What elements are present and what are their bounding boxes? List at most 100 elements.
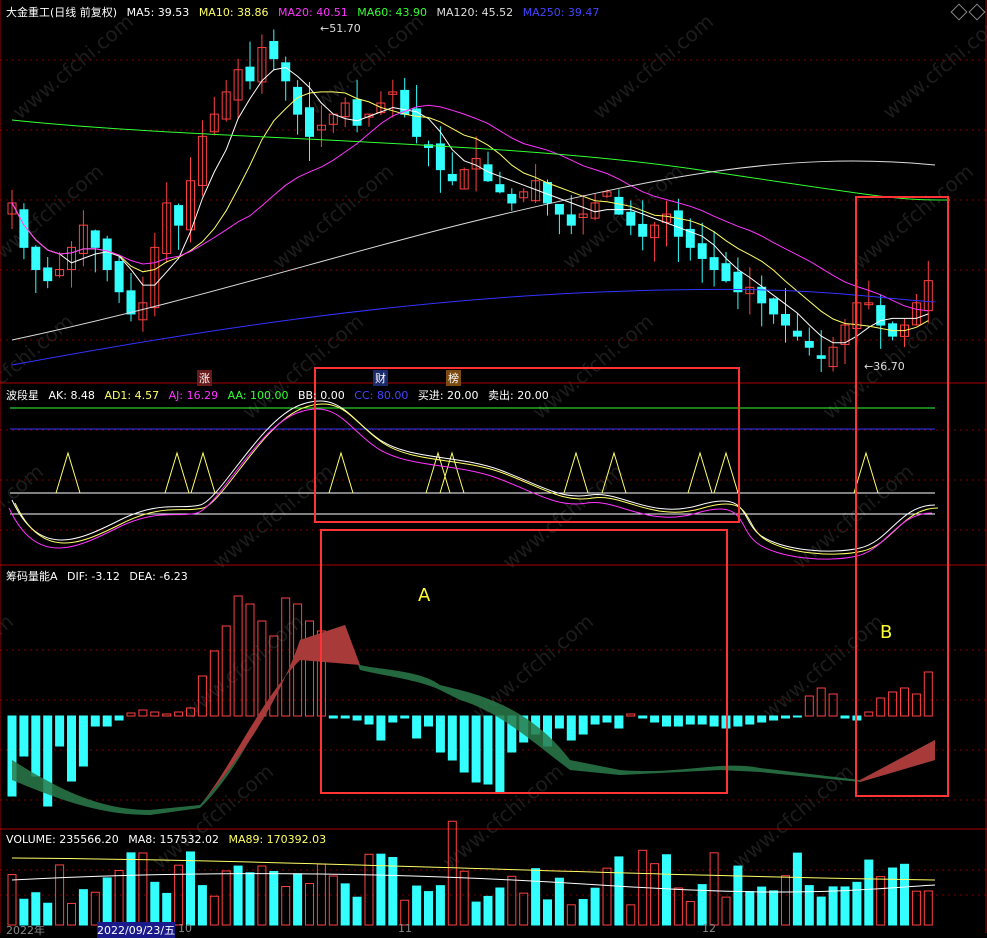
candle-body xyxy=(126,290,136,315)
macd-bar xyxy=(340,715,350,719)
zhang-tag[interactable]: 涨 xyxy=(197,370,212,386)
bang-tag[interactable]: 榜 xyxy=(446,370,461,386)
watermark-text: www.cfchi.com xyxy=(588,9,718,124)
signal-triangle xyxy=(164,451,190,494)
macd-bar xyxy=(400,715,410,719)
volume-bar xyxy=(543,899,552,926)
volume-bar xyxy=(757,886,767,926)
candle-body xyxy=(435,143,445,171)
candle-body xyxy=(507,193,517,204)
watermark-text: www.cfchi.com xyxy=(758,609,888,724)
macd-bar xyxy=(888,691,898,717)
ak-line xyxy=(11,400,936,552)
watermark-text: www.cfchi.com xyxy=(148,759,278,874)
macd-bar xyxy=(590,715,600,725)
watermark-text: www.cfchi.com xyxy=(0,609,18,724)
aa-value: AA: 100.00 xyxy=(227,389,289,402)
volume-bar xyxy=(197,885,207,926)
macd-bar xyxy=(328,715,338,719)
annotation-label-b: B xyxy=(880,622,893,643)
macd-bar xyxy=(376,715,386,741)
volume-bar xyxy=(745,891,755,926)
macd-bar xyxy=(305,620,314,717)
volume-bar xyxy=(78,889,88,926)
volume-bar xyxy=(483,895,493,926)
volume-bar xyxy=(150,881,160,926)
vol-ma8-value: MA8: 157532.02 xyxy=(128,833,219,846)
macd-bar xyxy=(697,715,707,725)
volume-bar xyxy=(412,885,422,926)
macd-bar xyxy=(138,709,148,717)
signal-triangle xyxy=(687,451,713,494)
buy-value: 买进: 20.00 xyxy=(417,389,479,402)
volume-bar xyxy=(840,886,850,926)
candle-body xyxy=(305,107,314,137)
candle-body xyxy=(90,230,100,248)
candle-body xyxy=(733,271,743,293)
candle-body xyxy=(447,173,457,182)
macd-bar xyxy=(364,715,374,725)
macd-bar xyxy=(31,715,41,777)
macd-bar xyxy=(412,715,422,739)
annotation-boxes xyxy=(314,196,949,797)
watermark-text: www.cfchi.com xyxy=(528,309,658,424)
signal-triangle xyxy=(713,451,739,494)
macd-bar xyxy=(78,715,88,767)
macd-bar xyxy=(709,715,719,727)
macd-bar xyxy=(792,715,802,718)
volume-bar xyxy=(126,852,136,926)
watermark-text: www.cfchi.com xyxy=(208,459,338,574)
volume-bar xyxy=(602,867,612,926)
indicator-title: 波段星 xyxy=(6,389,39,402)
price-candles xyxy=(7,29,933,373)
signal-triangle xyxy=(190,451,216,494)
volume-bar xyxy=(352,896,362,926)
candle-body xyxy=(174,205,184,226)
candle-body xyxy=(769,298,779,315)
volume-bar xyxy=(864,859,874,926)
macd-bar xyxy=(578,715,588,735)
chouma-header: 筹码量能A DIF: -3.12 DEA: -6.23 xyxy=(6,568,194,584)
volume-bar xyxy=(245,872,255,926)
macd-bar xyxy=(745,715,755,725)
volume-bar xyxy=(90,891,100,926)
volume-bar xyxy=(31,892,41,926)
macd-bar xyxy=(126,712,136,717)
sell-value: 卖出: 20.00 xyxy=(488,389,549,402)
macd-bar xyxy=(102,715,112,727)
volume-bar xyxy=(209,895,219,926)
volume-bar xyxy=(792,852,802,926)
volume-value: VOLUME: 235566.20 xyxy=(6,833,119,846)
volume-bar xyxy=(519,892,529,926)
ma120-value: MA120: 45.52 xyxy=(436,6,514,19)
bb-value: BB: 0.00 xyxy=(297,389,345,402)
macd-bar xyxy=(447,715,457,761)
volume-bar xyxy=(281,886,291,926)
ma250-value: MA250: 39.47 xyxy=(522,6,600,19)
ma5-value: MA5: 39.53 xyxy=(126,6,190,19)
candle-body xyxy=(673,210,683,237)
x-axis-cursor-date: 2022/09/23/五 xyxy=(97,922,176,938)
cai-tag[interactable]: 财 xyxy=(373,370,388,386)
volume-bar xyxy=(733,865,743,926)
macd-bar xyxy=(733,715,743,727)
ak-value: AK: 8.48 xyxy=(48,389,95,402)
candle-body xyxy=(721,263,731,282)
volume-bar xyxy=(923,890,933,926)
volume-bar xyxy=(531,868,541,926)
macd-bar xyxy=(55,715,65,747)
candle-body xyxy=(269,41,279,60)
x-axis-month-10: 10 xyxy=(178,922,192,935)
candle-body xyxy=(816,355,826,359)
volume-bar xyxy=(114,869,124,926)
macd-bar xyxy=(900,687,909,717)
stock-chart-canvas[interactable]: www.cfchi.com www.cfchi.com www.cfchi.com w… xyxy=(0,0,987,933)
candle-body xyxy=(566,214,576,226)
macd-bar xyxy=(114,715,124,721)
candle-body xyxy=(626,211,636,226)
volume-bar xyxy=(162,892,172,926)
volume-bar xyxy=(590,887,600,926)
aj-value: AJ: 16.29 xyxy=(168,389,219,402)
macd-bar xyxy=(483,715,493,785)
signal-triangle xyxy=(55,451,81,494)
